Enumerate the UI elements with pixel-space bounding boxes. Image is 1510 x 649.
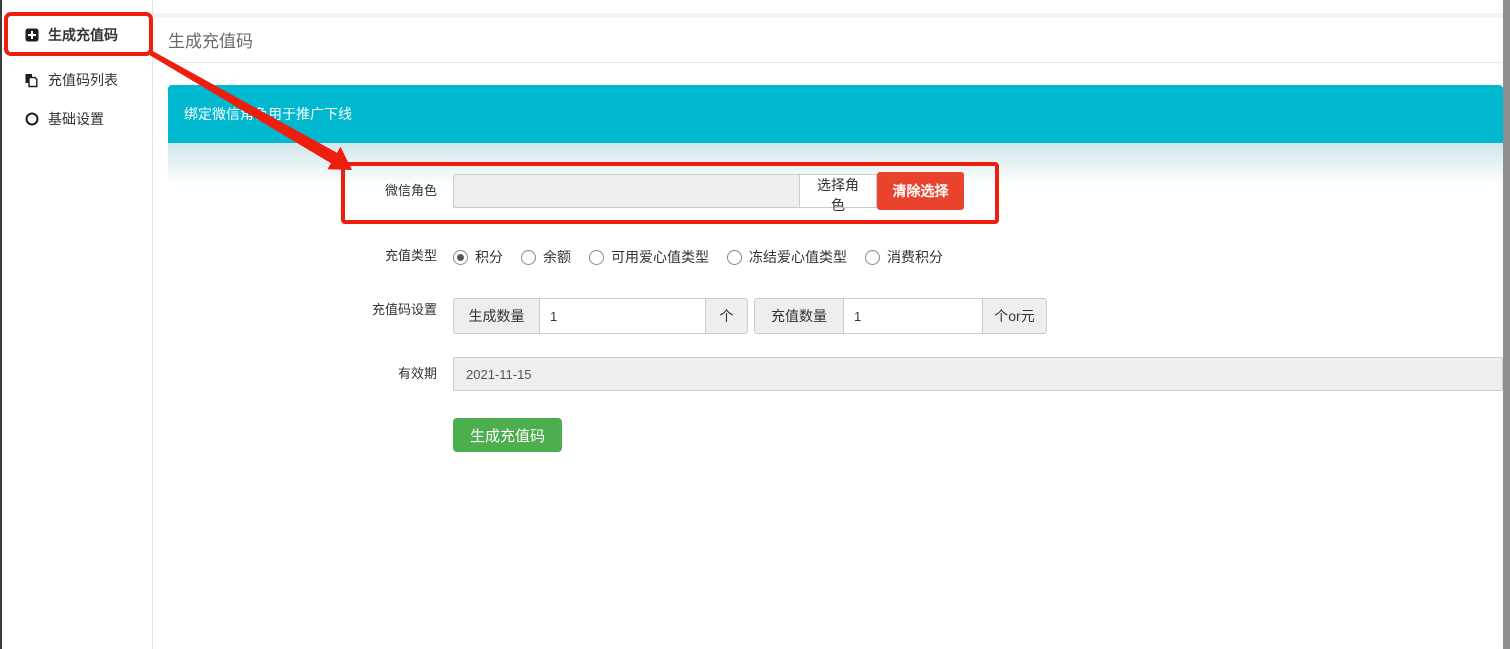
sidebar-item-label: 充值码列表 (48, 70, 118, 90)
recharge-qty-group: 充值数量 个or元 (754, 298, 1047, 334)
top-band (2, 13, 1503, 18)
radio-icon[interactable] (521, 250, 536, 265)
vertical-scrollbar[interactable] (1503, 0, 1510, 649)
generate-qty-addon: 生成数量 (453, 298, 540, 334)
sidebar-item-label: 生成充值码 (48, 25, 118, 45)
radio-icon[interactable] (453, 250, 468, 265)
screen: 生成充值码 充值码列表 基础设置 生成充值码 绑定微信角色用于推广下线 微信角色… (0, 0, 1510, 649)
sidebar: 生成充值码 充值码列表 基础设置 (2, 0, 153, 649)
copy-icon (24, 73, 39, 88)
code-settings-row: 充值码设置 生成数量 个 充值数量 个or元 (168, 298, 1047, 334)
sidebar-item-basic-settings[interactable]: 基础设置 (2, 102, 152, 136)
panel-heading: 绑定微信角色用于推广下线 (168, 85, 1503, 143)
generate-qty-unit: 个 (705, 298, 748, 334)
radio-option-frozen-love-value[interactable]: 冻结爱心值类型 (727, 247, 847, 267)
sidebar-item-code-list[interactable]: 充值码列表 (2, 63, 152, 97)
sidebar-item-label: 基础设置 (48, 109, 104, 129)
recharge-type-row: 充值类型 积分 余额 可用爱心值类型 冻结爱心值类型 消费积分 (168, 247, 943, 267)
radio-icon[interactable] (589, 250, 604, 265)
radio-label: 积分 (475, 247, 503, 267)
radio-option-balance[interactable]: 余额 (521, 247, 571, 267)
window-left-edge (0, 0, 2, 649)
validity-row: 有效期 (168, 357, 1503, 391)
page-title: 生成充值码 (168, 27, 253, 52)
sidebar-item-generate-code[interactable]: 生成充值码 (2, 18, 152, 52)
radio-label: 余额 (543, 247, 571, 267)
wechat-role-label: 微信角色 (168, 174, 437, 208)
clear-selection-button[interactable]: 清除选择 (877, 172, 964, 210)
circle-outline-icon (24, 112, 39, 127)
radio-icon[interactable] (727, 250, 742, 265)
radio-option-points[interactable]: 积分 (453, 247, 503, 267)
validity-label: 有效期 (168, 357, 437, 391)
recharge-qty-input[interactable] (843, 298, 983, 334)
recharge-type-label: 充值类型 (168, 247, 437, 265)
radio-label: 消费积分 (887, 247, 943, 267)
radio-option-available-love-value[interactable]: 可用爱心值类型 (589, 247, 709, 267)
submit-row: 生成充值码 (168, 418, 562, 452)
radio-label: 冻结爱心值类型 (749, 247, 847, 267)
radio-option-consume-points[interactable]: 消费积分 (865, 247, 943, 267)
wechat-role-row: 微信角色 选择角色 清除选择 (168, 174, 964, 210)
recharge-qty-addon: 充值数量 (754, 298, 844, 334)
code-settings-label: 充值码设置 (168, 298, 437, 320)
radio-label: 可用爱心值类型 (611, 247, 709, 267)
select-role-button[interactable]: 选择角色 (799, 174, 877, 208)
generate-code-button[interactable]: 生成充值码 (453, 418, 562, 452)
wechat-role-input[interactable] (453, 174, 800, 208)
validity-date-input[interactable] (453, 357, 1503, 391)
plus-square-icon (24, 28, 39, 43)
title-divider (168, 62, 1502, 63)
radio-icon[interactable] (865, 250, 880, 265)
generate-qty-input[interactable] (539, 298, 706, 334)
generate-qty-group: 生成数量 个 (453, 298, 748, 334)
recharge-qty-unit: 个or元 (982, 298, 1047, 334)
